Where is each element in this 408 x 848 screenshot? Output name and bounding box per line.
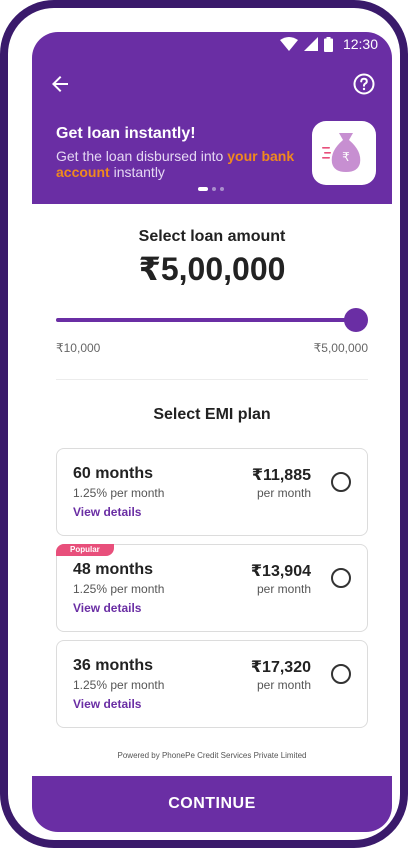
loan-amount-label: Select loan amount — [138, 228, 286, 245]
plan-radio-button[interactable] — [331, 568, 351, 588]
back-arrow-icon[interactable] — [48, 72, 72, 96]
signal-icon — [303, 37, 318, 51]
loan-amount-value: ₹5,00,000 — [138, 251, 286, 287]
status-time: 12:30 — [342, 36, 378, 52]
popular-badge: Popular — [56, 544, 114, 556]
carousel-dot — [198, 187, 208, 191]
plan-rate: 1.25% per month — [73, 582, 165, 596]
plan-months: 60 months — [73, 465, 154, 482]
view-details-link[interactable]: View details — [73, 505, 141, 519]
powered-by-text: Powered by PhonePe Credit Services Priva… — [117, 751, 307, 760]
slider-min-label: ₹10,000 — [56, 341, 101, 355]
carousel-dot — [212, 187, 216, 191]
slider-max-label: ₹5,00,000 — [313, 341, 368, 355]
plan-months: 48 months — [73, 561, 154, 578]
plan-emi-period: per month — [256, 678, 311, 692]
emi-plan-card-48[interactable]: Popular 48 months 1.25% per month View d… — [56, 544, 368, 632]
emi-plan-card-60[interactable]: 60 months 1.25% per month View details ₹… — [56, 448, 368, 536]
view-details-link[interactable]: View details — [73, 697, 141, 711]
carousel-dot — [220, 187, 224, 191]
device-frame: 12:30 Get loan instantly! Get the loan d… — [0, 0, 408, 848]
money-bag-illustration: ₹ — [312, 121, 376, 185]
banner-subtitle-suffix: instantly — [109, 164, 165, 180]
plan-radio-button[interactable] — [331, 472, 351, 492]
plan-emi-period: per month — [256, 486, 311, 500]
slider-fill — [56, 318, 356, 322]
plan-emi-amount: ₹11,885 — [251, 467, 311, 484]
plan-rate: 1.25% per month — [73, 486, 165, 500]
plan-emi-amount: ₹17,320 — [250, 659, 311, 676]
header-banner: 12:30 Get loan instantly! Get the loan d… — [32, 32, 392, 204]
carousel-dots — [198, 187, 224, 191]
view-details-link[interactable]: View details — [73, 601, 141, 615]
plan-emi-period: per month — [256, 582, 311, 596]
banner-subtitle-prefix: Get the loan disbursed into — [56, 148, 228, 164]
wifi-icon — [279, 37, 298, 51]
battery-icon — [323, 36, 333, 52]
plan-months: 36 months — [73, 657, 154, 674]
app-screen: 12:30 Get loan instantly! Get the loan d… — [32, 32, 392, 832]
slider-thumb[interactable] — [344, 308, 368, 332]
section-divider — [56, 379, 368, 380]
emi-plan-card-36[interactable]: 36 months 1.25% per month View details ₹… — [56, 640, 368, 728]
help-icon[interactable] — [352, 72, 376, 96]
plan-emi-amount: ₹13,904 — [250, 563, 311, 580]
money-bag-icon: ₹ — [322, 133, 361, 172]
status-icons: 12:30 — [279, 36, 378, 52]
loan-amount-slider[interactable] — [56, 308, 368, 332]
banner-title: Get loan instantly! — [56, 125, 196, 142]
svg-text:₹: ₹ — [342, 150, 350, 164]
device-bezel: 12:30 Get loan instantly! Get the loan d… — [8, 8, 400, 840]
emi-plan-label: Select EMI plan — [153, 406, 271, 423]
continue-button[interactable]: CONTINUE — [32, 776, 392, 832]
status-bar: 12:30 — [32, 32, 392, 56]
banner-subtitle: Get the loan disbursed into your bank ac… — [56, 148, 306, 180]
plan-radio-button[interactable] — [331, 664, 351, 684]
plan-rate: 1.25% per month — [73, 678, 165, 692]
